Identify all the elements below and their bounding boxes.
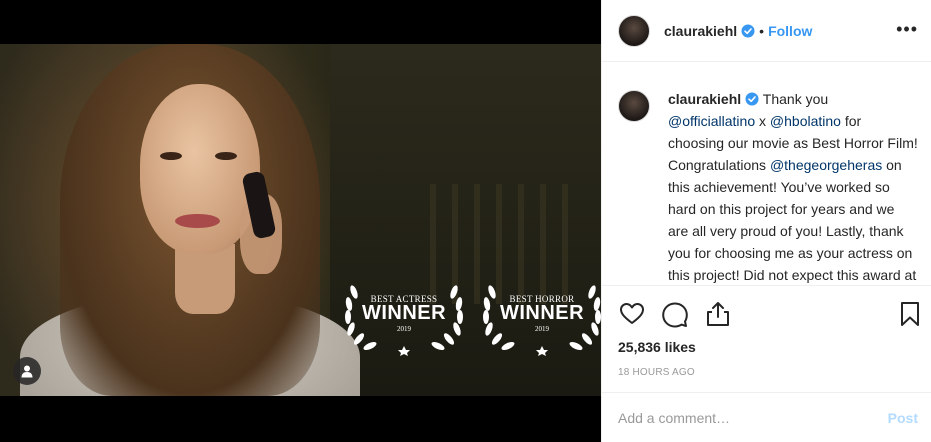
- follow-button[interactable]: Follow: [768, 23, 812, 39]
- post-comment-button[interactable]: Post: [888, 410, 918, 426]
- post-media[interactable]: BEST ACTRESS WINNER 2019 BEST HORROR WIN…: [0, 0, 601, 442]
- caption-text: claurakiehl Thank you @officiallatino x …: [668, 88, 918, 285]
- mention-link[interactable]: @officiallatino: [668, 113, 755, 129]
- award-year: 2019: [397, 325, 411, 333]
- award-badge-best-horror: BEST HORROR WINNER 2019: [478, 276, 601, 356]
- award-year: 2019: [535, 325, 549, 333]
- user-icon: [21, 365, 33, 378]
- post-side-panel: claurakiehl • Follow ••• claurakiehl Tha…: [601, 0, 931, 442]
- caption-segment: on this achievement! You’ve worked so ha…: [668, 157, 917, 283]
- caption-username-link[interactable]: claurakiehl: [668, 91, 741, 107]
- actress-lips: [175, 214, 220, 228]
- comment-input[interactable]: [618, 407, 868, 429]
- action-bar: [602, 300, 931, 330]
- caption-comment: claurakiehl Thank you @officiallatino x …: [618, 88, 918, 285]
- heart-icon[interactable]: [618, 300, 646, 328]
- mention-link[interactable]: @hbolatino: [770, 113, 841, 129]
- actress-eye: [215, 152, 237, 160]
- actress-neck: [175, 244, 235, 314]
- post-header: claurakiehl • Follow •••: [602, 0, 931, 62]
- likes-count[interactable]: 25,836 likes: [618, 339, 696, 355]
- award-title: WINNER: [361, 302, 447, 324]
- add-comment-bar: Post: [602, 392, 931, 442]
- actress-eye: [160, 152, 182, 160]
- avatar[interactable]: [618, 14, 650, 47]
- caption-segment: x: [755, 113, 770, 129]
- post-timestamp[interactable]: 18 HOURS AGO: [618, 367, 695, 378]
- verified-badge-icon: [745, 92, 759, 106]
- share-icon[interactable]: [704, 300, 732, 328]
- more-options-icon[interactable]: •••: [896, 20, 918, 38]
- comments-area[interactable]: claurakiehl Thank you @officiallatino x …: [602, 62, 931, 286]
- separator-dot: •: [759, 22, 765, 39]
- avatar[interactable]: [618, 90, 650, 122]
- award-badge-best-actress: BEST ACTRESS WINNER 2019: [340, 276, 468, 356]
- award-title: WINNER: [499, 302, 585, 324]
- verified-badge-icon: [741, 24, 755, 37]
- comment-icon[interactable]: [661, 300, 689, 328]
- mention-link[interactable]: @thegeorgeheras: [770, 157, 882, 173]
- tagged-user-button[interactable]: [13, 357, 41, 385]
- bookmark-icon[interactable]: [896, 300, 924, 328]
- username-link[interactable]: claurakiehl: [664, 23, 737, 39]
- caption-segment: Thank you: [759, 91, 829, 107]
